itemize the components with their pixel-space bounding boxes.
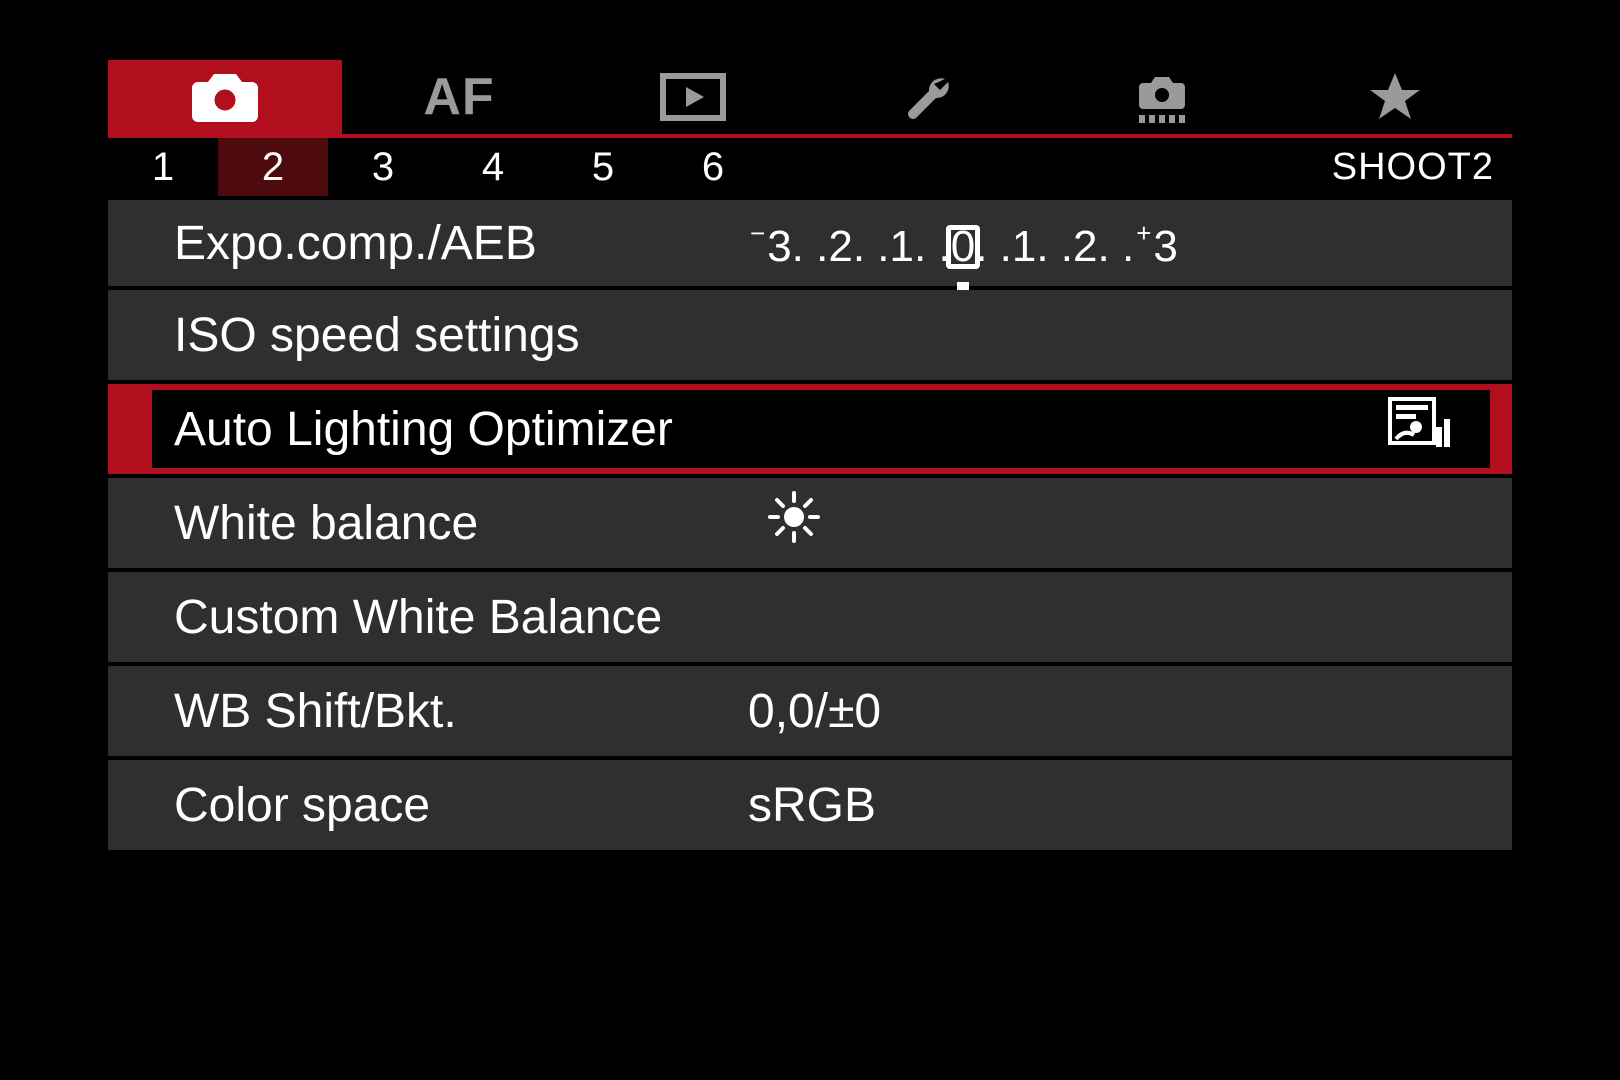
af-icon: AF xyxy=(423,67,494,127)
page-title: SHOOT2 xyxy=(1332,146,1512,189)
star-icon xyxy=(1368,71,1422,123)
menu-item-label: WB Shift/Bkt. xyxy=(174,684,457,739)
menu-item-label: Custom White Balance xyxy=(174,590,662,645)
menu-list: Expo.comp./AEB −3. .2. .1. . 0 . .1. .2.… xyxy=(108,196,1512,854)
custom-fn-icon xyxy=(1129,69,1193,125)
camera-icon xyxy=(188,70,262,124)
menu-item-label: Color space xyxy=(174,778,430,833)
page-3[interactable]: 3 xyxy=(328,138,438,196)
menu-item-wb-shift[interactable]: WB Shift/Bkt. 0,0/±0 xyxy=(108,666,1512,760)
page-tab-bar: 1 2 3 4 5 6 SHOOT2 xyxy=(108,138,1512,196)
wrench-icon xyxy=(901,71,953,123)
page-4[interactable]: 4 xyxy=(438,138,548,196)
tab-mymenu[interactable] xyxy=(1278,60,1512,134)
exposure-scale: −3. .2. .1. . 0 . .1. .2. .+3 xyxy=(748,200,1178,294)
menu-item-white-balance[interactable]: White balance xyxy=(108,478,1512,572)
menu-item-custom-wb[interactable]: Custom White Balance xyxy=(108,572,1512,666)
page-2[interactable]: 2 xyxy=(218,138,328,196)
menu-item-expo-comp[interactable]: Expo.comp./AEB −3. .2. .1. . 0 . .1. .2.… xyxy=(108,196,1512,290)
menu-item-value: 0,0/±0 xyxy=(748,684,881,739)
menu-item-iso-speed[interactable]: ISO speed settings xyxy=(108,290,1512,384)
tab-setup[interactable] xyxy=(810,60,1044,134)
tab-shoot[interactable] xyxy=(108,60,342,134)
page-1[interactable]: 1 xyxy=(108,138,218,196)
menu-item-label: Auto Lighting Optimizer xyxy=(174,402,673,457)
menu-item-auto-lighting-optimizer[interactable]: Auto Lighting Optimizer xyxy=(108,384,1512,478)
exposure-pointer: 0 xyxy=(951,222,975,272)
sun-icon xyxy=(768,491,820,555)
camera-menu-screen: AF xyxy=(108,60,1512,1020)
play-icon xyxy=(660,73,726,121)
tab-custom-fn[interactable] xyxy=(1044,60,1278,134)
alo-icon xyxy=(1388,397,1450,461)
page-5[interactable]: 5 xyxy=(548,138,658,196)
menu-item-color-space[interactable]: Color space sRGB xyxy=(108,760,1512,854)
menu-item-label: White balance xyxy=(174,496,478,551)
menu-item-label: Expo.comp./AEB xyxy=(174,216,537,271)
tab-af[interactable]: AF xyxy=(342,60,576,134)
menu-item-label: ISO speed settings xyxy=(174,308,580,363)
page-6[interactable]: 6 xyxy=(658,138,768,196)
main-tab-bar: AF xyxy=(108,60,1512,138)
menu-item-value: sRGB xyxy=(748,778,876,833)
tab-playback[interactable] xyxy=(576,60,810,134)
